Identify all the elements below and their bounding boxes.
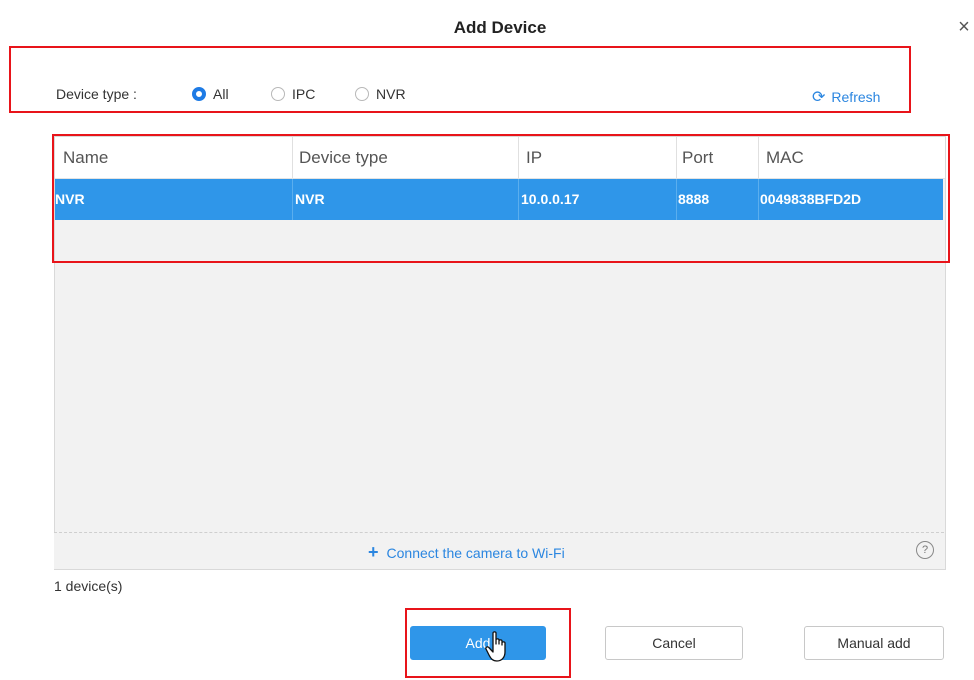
- radio-ipc[interactable]: IPC: [271, 86, 315, 102]
- connect-wifi-link[interactable]: + Connect the camera to Wi-Fi: [368, 542, 565, 563]
- table-row[interactable]: NVR NVR 10.0.0.17 8888 0049838BFD2D: [55, 179, 943, 220]
- device-type-label: Device type :: [56, 86, 137, 102]
- column-header-ip[interactable]: IP: [526, 148, 542, 168]
- radio-all-label: All: [213, 86, 229, 102]
- connect-wifi-label: Connect the camera to Wi-Fi: [386, 545, 565, 561]
- row-divider: [758, 179, 759, 220]
- highlight-box-filter: [9, 46, 911, 113]
- column-header-mac[interactable]: MAC: [766, 148, 804, 168]
- device-table: Name Device type IP Port MAC NVR NVR 10.…: [54, 136, 946, 570]
- radio-nvr-label: NVR: [376, 86, 406, 102]
- add-button[interactable]: Add: [410, 626, 546, 660]
- plus-icon: +: [368, 542, 379, 562]
- cell-name: NVR: [55, 191, 85, 207]
- refresh-button[interactable]: ⟳ Refresh: [812, 87, 880, 107]
- wifi-bar: + Connect the camera to Wi-Fi ?: [54, 532, 944, 569]
- row-divider: [518, 179, 519, 220]
- close-icon[interactable]: ×: [955, 17, 973, 37]
- column-header-name[interactable]: Name: [63, 148, 108, 168]
- dialog-title: Add Device: [453, 18, 547, 37]
- radio-unchecked-icon: [355, 87, 369, 101]
- radio-checked-icon: [192, 87, 206, 101]
- column-divider: [518, 137, 519, 178]
- row-divider: [676, 179, 677, 220]
- cell-ip: 10.0.0.17: [521, 191, 580, 207]
- column-divider: [758, 137, 759, 178]
- device-count: 1 device(s): [54, 578, 123, 594]
- radio-nvr[interactable]: NVR: [355, 86, 406, 102]
- row-divider: [292, 179, 293, 220]
- radio-ipc-label: IPC: [292, 86, 316, 102]
- refresh-icon: ⟳: [812, 89, 826, 106]
- radio-all[interactable]: All: [192, 86, 229, 102]
- cell-device-type: NVR: [295, 191, 325, 207]
- column-divider: [676, 137, 677, 178]
- manual-add-button[interactable]: Manual add: [804, 626, 944, 660]
- column-divider: [292, 137, 293, 178]
- help-icon[interactable]: ?: [916, 541, 934, 559]
- cancel-button[interactable]: Cancel: [605, 626, 743, 660]
- column-header-port[interactable]: Port: [682, 148, 713, 168]
- cell-mac: 0049838BFD2D: [760, 191, 862, 207]
- table-header: Name Device type IP Port MAC: [55, 137, 945, 179]
- refresh-label: Refresh: [831, 89, 881, 105]
- radio-unchecked-icon: [271, 87, 285, 101]
- cell-port: 8888: [678, 191, 710, 207]
- column-header-device-type[interactable]: Device type: [299, 148, 388, 168]
